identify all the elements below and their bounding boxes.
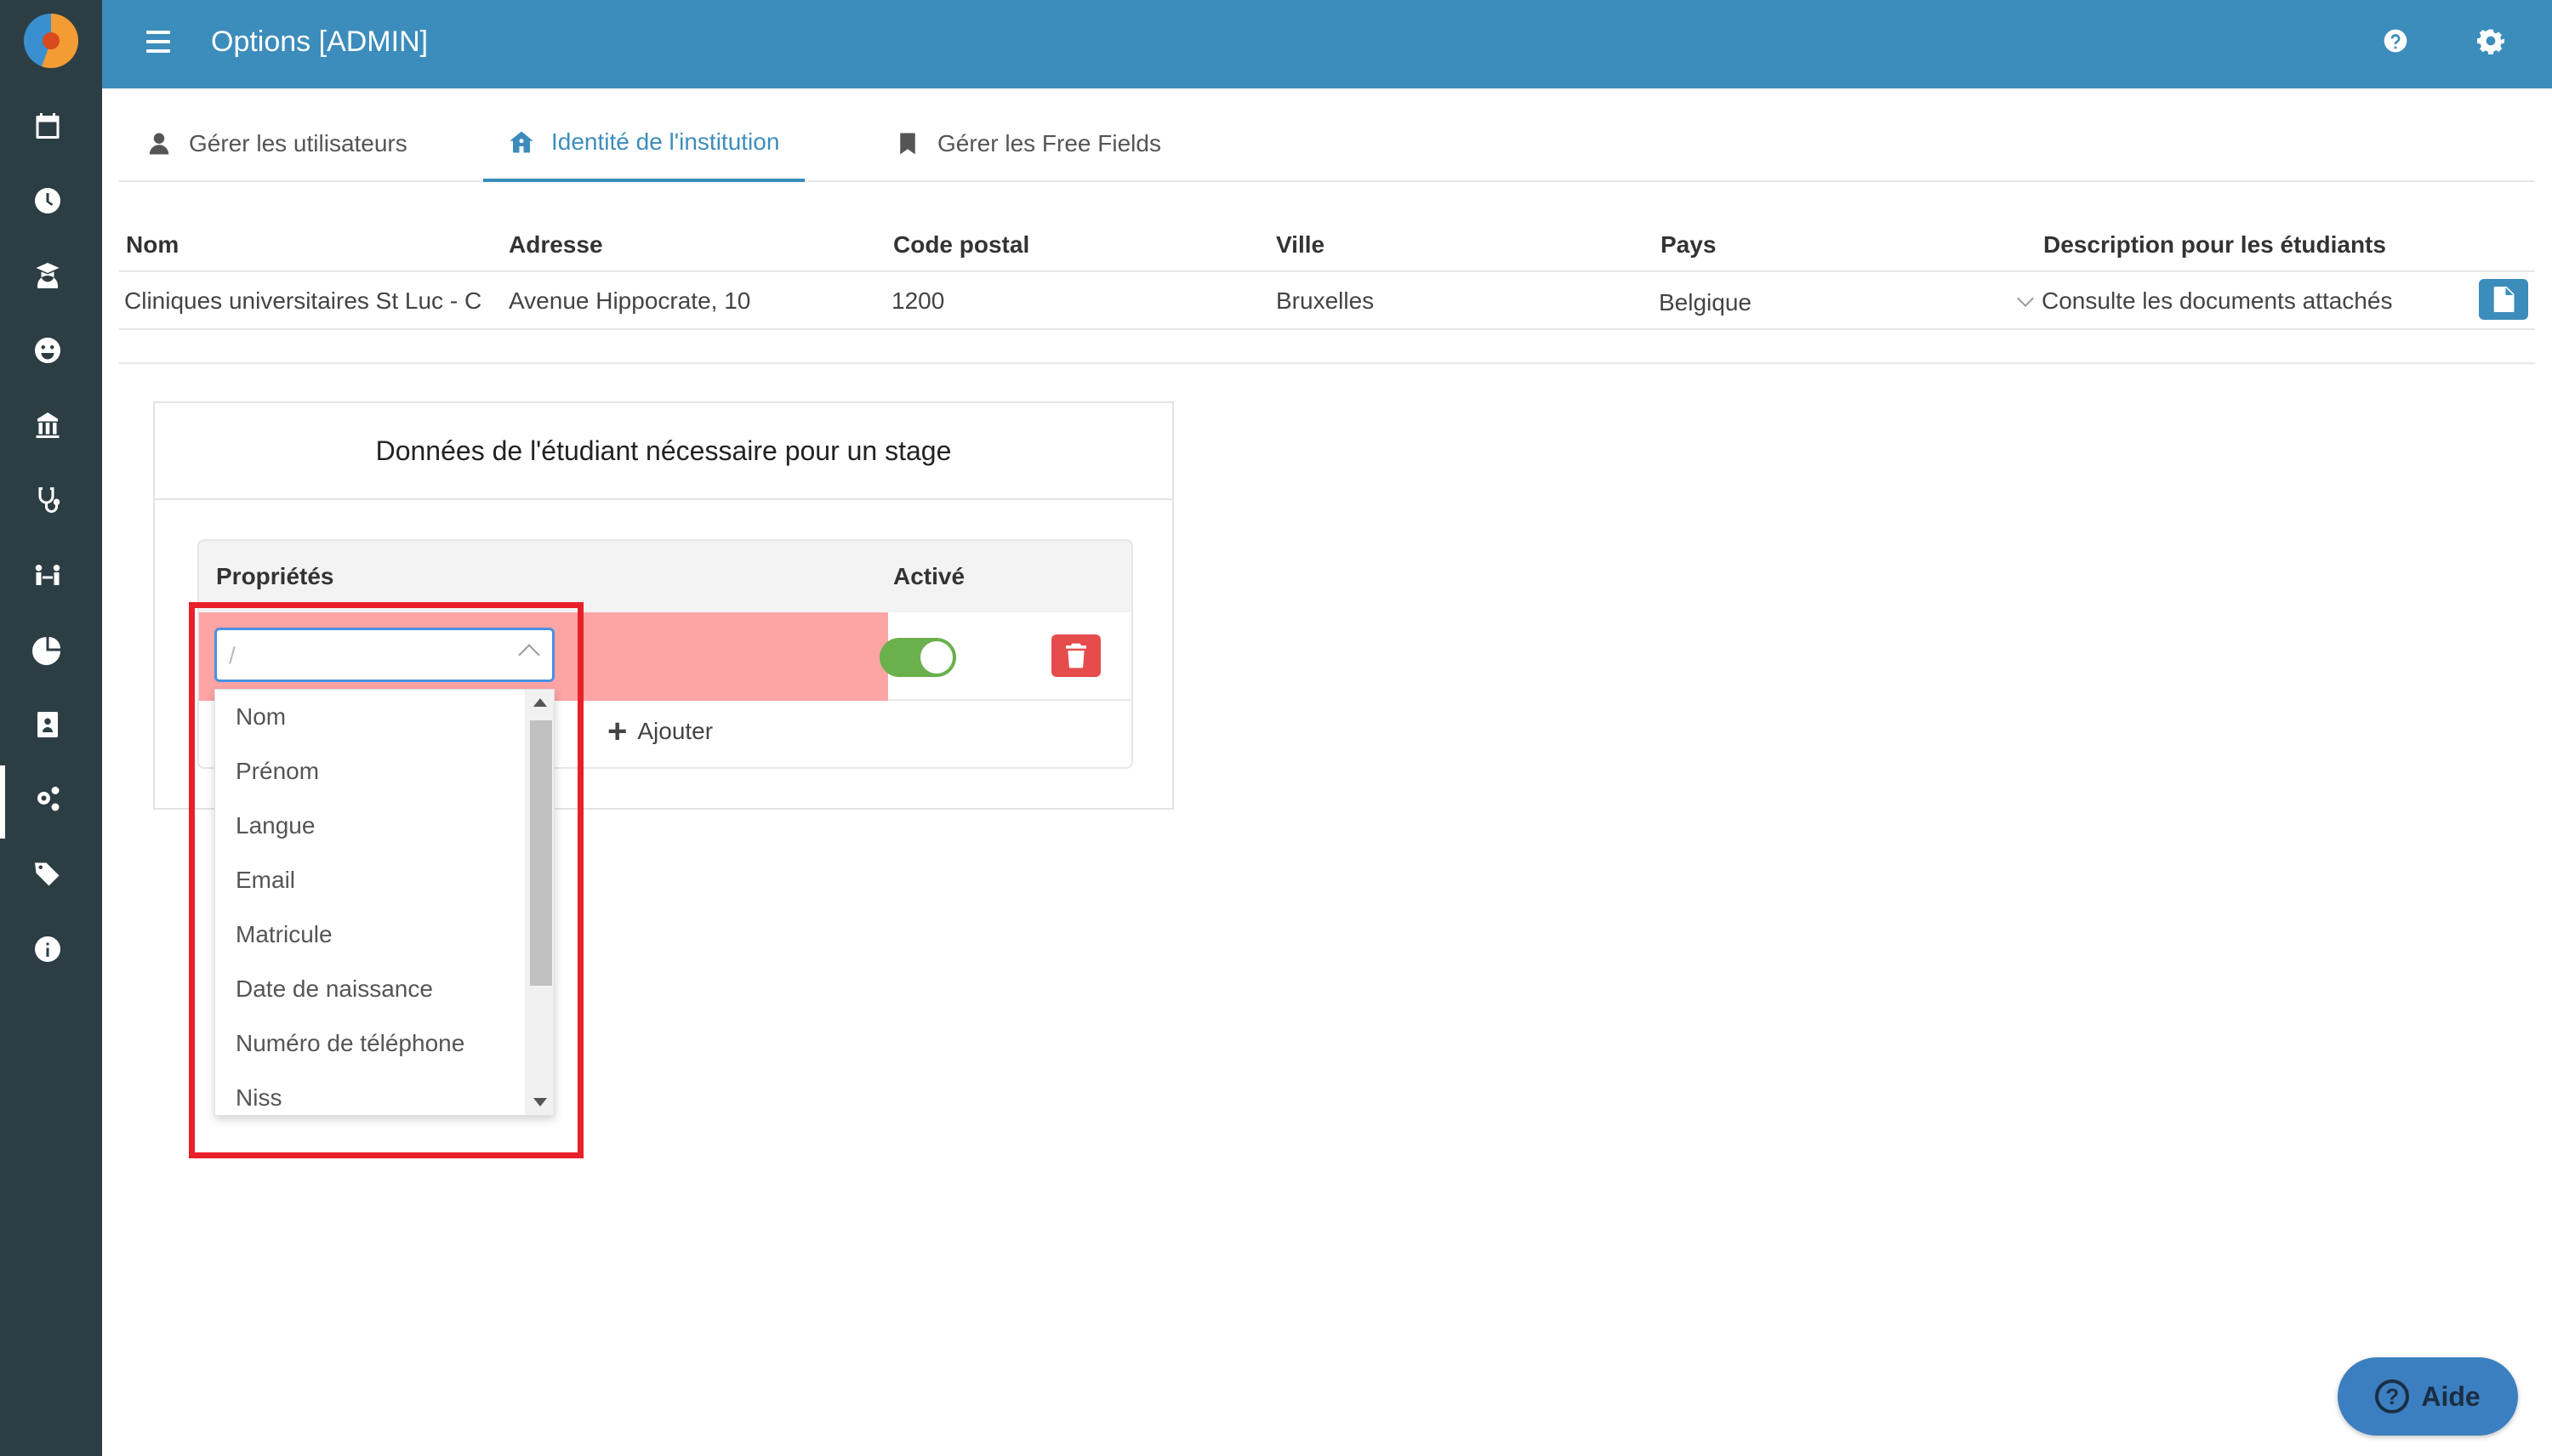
column-header-active: Activé <box>893 563 966 589</box>
stethoscope-icon[interactable] <box>26 478 70 522</box>
panel-title: Données de l'étudiant nécessaire pour un… <box>155 403 1172 500</box>
info-icon[interactable] <box>26 927 70 971</box>
annotation-highlight-frame <box>189 602 584 1158</box>
column-header-description: Description pour les étudiants <box>2043 231 2386 258</box>
tab-manage-free-fields[interactable]: Gérer les Free Fields <box>895 105 1161 182</box>
calendar-icon[interactable] <box>26 104 70 148</box>
column-header-city: Ville <box>1276 231 1325 258</box>
clock-icon[interactable] <box>26 179 70 223</box>
tab-label: Gérer les utilisateurs <box>189 130 407 156</box>
plus-icon: + <box>607 713 628 750</box>
smiley-icon[interactable] <box>26 328 70 373</box>
column-header-properties: Propriétés <box>216 563 334 589</box>
help-button[interactable]: ? Aide <box>2338 1357 2518 1436</box>
attached-documents-button[interactable] <box>2479 279 2528 320</box>
top-bar: Options [ADMIN] <box>102 0 2552 88</box>
add-label: Ajouter <box>637 718 714 744</box>
user-icon <box>149 133 169 155</box>
page-title: Options [ADMIN] <box>211 26 429 58</box>
chevron-down-icon[interactable] <box>2017 290 2034 307</box>
institution-postal-code-field[interactable]: 1200 <box>891 287 1249 315</box>
contact-card-icon[interactable] <box>26 702 70 747</box>
institution-description-field[interactable]: Consulte les documents attachés <box>2042 287 2450 315</box>
tab-institution-identity[interactable]: Identité de l'institution <box>483 105 806 182</box>
settings-gear-icon[interactable] <box>2477 27 2511 61</box>
pie-chart-icon[interactable] <box>26 628 70 672</box>
column-header-name: Nom <box>126 231 179 258</box>
graduate-icon[interactable] <box>26 253 70 298</box>
add-property-button[interactable]: + Ajouter <box>607 713 714 750</box>
institution-city-field[interactable]: Bruxelles <box>1276 287 1633 315</box>
options-tabs: Gérer les utilisateurs Identité de l'ins… <box>119 105 2535 182</box>
column-header-address: Adresse <box>509 231 603 258</box>
help-icon[interactable] <box>2382 27 2416 61</box>
app-logo[interactable] <box>24 14 78 68</box>
home-icon <box>510 131 533 153</box>
institution-country-select[interactable]: Belgique <box>1659 289 1914 316</box>
institution-table: Nom Adresse Code postal Ville Pays Descr… <box>119 214 2535 330</box>
trash-icon <box>1066 643 1086 668</box>
tab-manage-users[interactable]: Gérer les utilisateurs <box>146 105 407 182</box>
tags-icon[interactable] <box>26 852 70 896</box>
active-toggle[interactable] <box>880 638 956 677</box>
help-button-label: Aide <box>2421 1380 2481 1412</box>
tab-label: Gérer les Free Fields <box>937 130 1161 156</box>
institution-icon[interactable] <box>26 403 70 447</box>
people-icon[interactable] <box>26 553 70 597</box>
question-icon: ? <box>2375 1379 2410 1413</box>
column-header-country: Pays <box>1661 231 1717 258</box>
bookmark-icon <box>900 133 915 155</box>
column-header-postal-code: Code postal <box>893 231 1030 258</box>
institution-address-field[interactable]: Avenue Hippocrate, 10 <box>509 287 866 315</box>
menu-toggle-icon[interactable] <box>146 31 170 53</box>
sidebar-active-indicator <box>0 765 5 839</box>
delete-property-button[interactable] <box>1051 634 1101 677</box>
divider <box>119 362 2535 364</box>
institution-name-field[interactable]: Cliniques universitaires St Luc - Ce <box>124 287 481 315</box>
table-row: Cliniques universitaires St Luc - Ce Ave… <box>119 272 2535 330</box>
tab-label: Identité de l'institution <box>551 128 780 155</box>
table-header-row: Nom Adresse Code postal Ville Pays Descr… <box>119 214 2535 272</box>
sidebar <box>0 0 102 1456</box>
cogs-icon[interactable] <box>26 777 70 822</box>
document-icon <box>2493 287 2515 312</box>
